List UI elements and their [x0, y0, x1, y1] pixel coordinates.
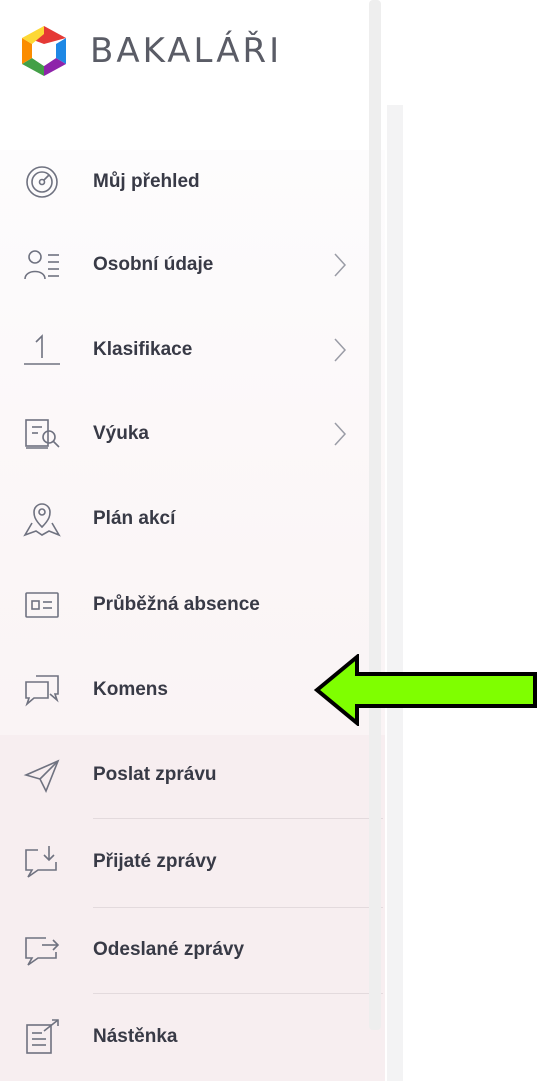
menu-item-vyuka[interactable]: Výuka	[0, 399, 365, 469]
content-area-edge	[387, 105, 403, 1081]
personal-data-icon	[20, 243, 64, 287]
submenu-item-label: Nástěnka	[93, 1026, 178, 1047]
chevron-right-icon	[334, 253, 347, 277]
menu-item-label: Klasifikace	[93, 339, 193, 360]
submenu-item-odeslane-zpravy[interactable]: Odeslané zprávy	[0, 915, 365, 985]
app-logo[interactable]: BAKALÁŘI	[18, 24, 282, 78]
green-arrow-icon	[313, 654, 537, 726]
chevron-right-icon	[334, 422, 347, 446]
sidebar-scrollbar[interactable]	[369, 0, 381, 1030]
submenu-item-label: Přijaté zprávy	[93, 851, 217, 872]
id-card-icon	[20, 583, 64, 627]
menu-item-label: Plán akcí	[93, 508, 176, 529]
logo-text: BAKALÁŘI	[90, 31, 283, 71]
send-icon	[20, 753, 64, 797]
menu-item-komens[interactable]: Komens	[0, 655, 365, 725]
menu-item-label: Průběžná absence	[93, 594, 260, 615]
sent-message-icon	[20, 928, 64, 972]
divider	[93, 993, 383, 994]
divider	[93, 907, 383, 908]
menu-item-label: Osobní údaje	[93, 254, 214, 275]
book-search-icon	[20, 412, 64, 456]
menu-item-muj-prehled[interactable]: Můj přehled	[0, 147, 365, 217]
submenu-item-prijate-zpravy[interactable]: Přijaté zprávy	[0, 827, 365, 897]
chevron-right-icon	[334, 338, 347, 362]
menu-item-plan-akci[interactable]: Plán akcí	[0, 484, 365, 554]
menu-item-osobni-udaje[interactable]: Osobní údaje	[0, 230, 365, 300]
menu-item-label: Výuka	[93, 423, 149, 444]
noticeboard-icon	[20, 1015, 64, 1059]
grade-one-icon	[20, 328, 64, 372]
sidebar: BAKALÁŘI Můj přehled Osobní údaje Klasif…	[0, 0, 385, 1081]
bakalari-logo-icon	[22, 26, 66, 76]
submenu-item-label: Odeslané zprávy	[93, 939, 245, 960]
submenu-item-nastenka[interactable]: Nástěnka	[0, 1002, 365, 1072]
menu-item-klasifikace[interactable]: Klasifikace	[0, 315, 365, 385]
chat-bubbles-icon	[20, 668, 64, 712]
map-pin-icon	[20, 497, 64, 541]
submenu-item-label: Poslat zprávu	[93, 764, 217, 785]
inbox-message-icon	[20, 840, 64, 884]
menu-item-label: Komens	[93, 679, 168, 700]
menu-item-prubezna-absence[interactable]: Průběžná absence	[0, 570, 365, 640]
gauge-icon	[20, 160, 64, 204]
menu-item-label: Můj přehled	[93, 171, 200, 192]
submenu-item-poslat-zpravu[interactable]: Poslat zprávu	[0, 740, 365, 810]
divider	[93, 818, 383, 819]
